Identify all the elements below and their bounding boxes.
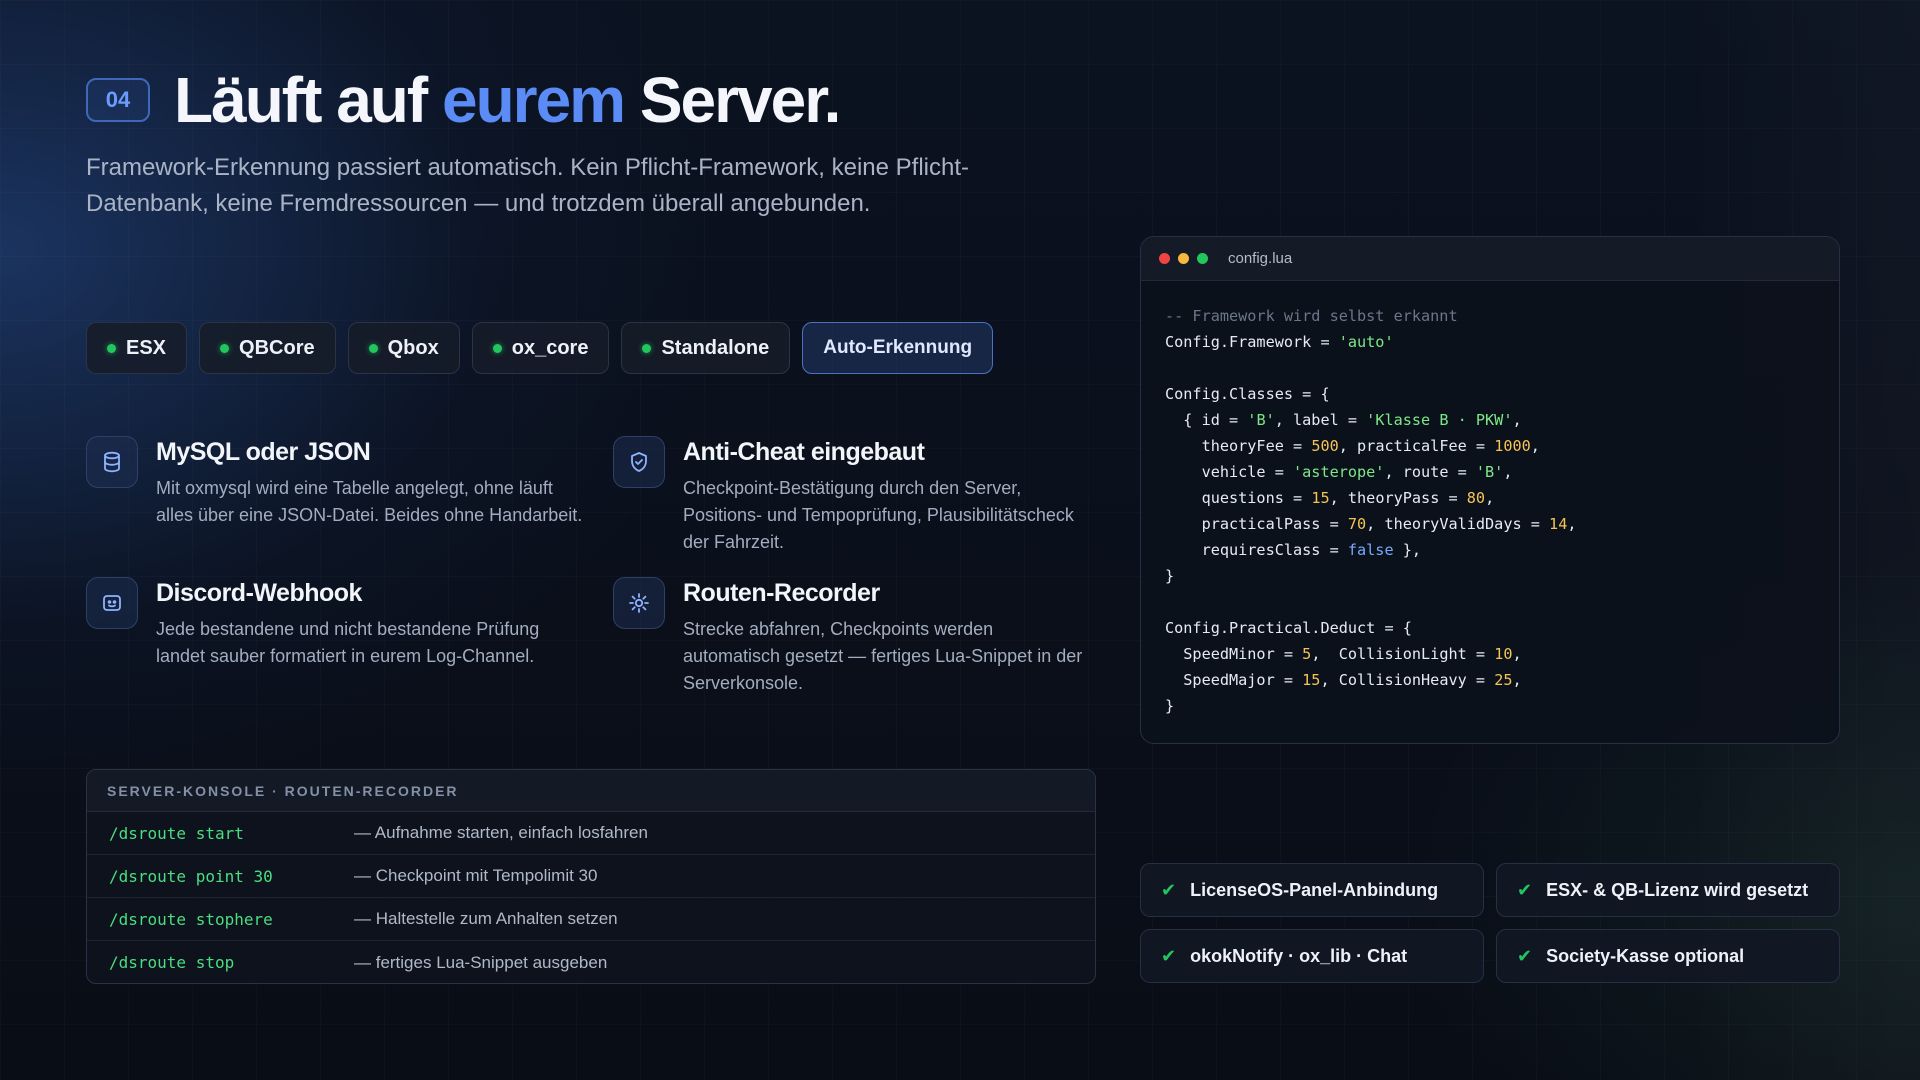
badge-notify: ✔ okokNotify · ox_lib · Chat <box>1140 929 1484 983</box>
code-line: SpeedMajor = 15, CollisionHeavy = 25, <box>1165 671 1522 689</box>
page-subtitle: Framework-Erkennung passiert automatisch… <box>86 154 969 217</box>
chip-standalone[interactable]: Standalone <box>621 322 791 374</box>
check-icon: ✔ <box>1517 879 1533 900</box>
code-line: vehicle = 'asterope', route = 'B', <box>1165 463 1513 481</box>
badge-society: ✔ Society-Kasse optional <box>1496 929 1840 983</box>
code-line: Config.Framework = 'auto' <box>1165 333 1394 351</box>
framework-chips: ESX QBCore Qbox ox_core Standalone Auto-… <box>86 322 994 374</box>
chip-qbox[interactable]: Qbox <box>347 322 460 374</box>
chip-label: QBCore <box>239 336 315 359</box>
feature-text: Strecke abfahren, Checkpoints werden aut… <box>683 619 1083 693</box>
table-row: /dsroute stop — fertiges Lua-Snippet aus… <box>87 941 1095 983</box>
check-icon: ✔ <box>1161 879 1177 900</box>
badge-label: LicenseOS-Panel-Anbindung <box>1190 879 1439 900</box>
console-command: /dsroute stophere <box>109 909 273 929</box>
badge-label: okokNotify · ox_lib · Chat <box>1190 945 1408 966</box>
code-line: theoryFee = 500, practicalFee = 1000, <box>1165 437 1540 455</box>
chip-label: ESX <box>126 336 167 359</box>
code-window: config.lua -- Framework wird selbst erka… <box>1140 236 1840 744</box>
title-part-1: Läuft auf <box>174 64 442 136</box>
feature-text: Jede bestandene und nicht bestandene Prü… <box>156 619 540 666</box>
chip-label: Qbox <box>387 336 439 359</box>
status-dot-icon <box>492 343 502 353</box>
console-command: /dsroute stop <box>109 953 235 972</box>
chip-auto-detect[interactable]: Auto-Erkennung <box>802 322 994 374</box>
code-line: { id = 'B', label = 'Klasse B · PKW', <box>1165 411 1522 429</box>
maximize-dot-icon <box>1197 253 1208 264</box>
console-description: — Haltestelle zum Anhalten setzen <box>354 909 618 928</box>
title-accent: eurem <box>441 64 626 136</box>
console-description: — fertiges Lua-Snippet ausgeben <box>354 952 608 972</box>
database-icon <box>86 436 138 488</box>
console-description: — Aufnahme starten, einfach losfahren <box>354 823 648 842</box>
feature-title: Anti-Cheat eingebaut <box>683 438 925 466</box>
section-header: 04 Läuft auf eurem Server. <box>86 68 841 132</box>
feature-badges: ✔ LicenseOS-Panel-Anbindung ✔ ESX- & QB-Li… <box>1140 863 1840 983</box>
feature-text: Mit oxmysql wird eine Tabelle angelegt, … <box>156 478 583 525</box>
check-icon: ✔ <box>1517 945 1533 966</box>
chip-label: Standalone <box>661 336 770 359</box>
chip-esx[interactable]: ESX <box>86 322 188 374</box>
title-part-2: Server. <box>624 64 842 136</box>
status-dot-icon <box>107 343 116 353</box>
console-command: /dsroute start <box>109 823 244 843</box>
feature-discord-webhook: Discord-Webhook Jede bestandene und nich… <box>86 577 586 670</box>
route-icon <box>613 577 665 629</box>
table-row: /dsroute stophere — Haltestelle zum Anha… <box>87 898 1095 941</box>
minimize-dot-icon <box>1178 253 1189 264</box>
code-line: SpeedMinor = 5, CollisionLight = 10, <box>1165 645 1522 663</box>
shield-icon <box>613 436 665 488</box>
status-dot-icon <box>220 343 230 353</box>
chip-qbcore[interactable]: QBCore <box>199 322 336 374</box>
code-line: Config.Classes = { <box>1165 385 1330 403</box>
table-row: /dsroute point 30 — Checkpoint mit Tempo… <box>87 855 1095 898</box>
chip-ox-core[interactable]: ox_core <box>471 322 610 374</box>
feature-mysql-json: MySQL oder JSON Mit oxmysql wird eine Ta… <box>86 436 586 529</box>
discord-icon <box>86 577 138 629</box>
status-dot-icon <box>368 343 378 353</box>
feature-text: Checkpoint-Bestätigung durch den Server,… <box>683 478 1074 552</box>
page-title: Läuft auf eurem Server. <box>174 68 841 132</box>
feature-title: Discord-Webhook <box>156 579 362 607</box>
section-number-badge: 04 <box>86 78 150 122</box>
code-line: -- Framework wird selbst erkannt <box>1165 307 1458 325</box>
feature-title: MySQL oder JSON <box>156 438 371 466</box>
check-icon: ✔ <box>1161 945 1177 966</box>
table-row: /dsroute start — Aufnahme starten, einfa… <box>87 812 1095 855</box>
console-header: SERVER-KONSOLE · ROUTEN-RECORDER <box>87 770 1095 812</box>
code-line: } <box>1165 697 1175 715</box>
server-console-table: SERVER-KONSOLE · ROUTEN-RECORDER /dsrout… <box>86 769 1096 984</box>
code-line: Config.Practical.Deduct = { <box>1165 619 1412 637</box>
feature-title: Routen-Recorder <box>683 579 880 607</box>
code-filename: config.lua <box>1228 250 1293 267</box>
code-window-titlebar: config.lua <box>1141 237 1839 281</box>
console-command: /dsroute point 30 <box>109 866 273 886</box>
code-line: requiresClass = false }, <box>1165 541 1422 559</box>
code-line: practicalPass = 70, theoryValidDays = 14… <box>1165 515 1577 533</box>
badge-license-set: ✔ ESX- & QB-Lizenz wird gesetzt <box>1496 863 1840 917</box>
feature-route-recorder: Routen-Recorder Strecke abfahren, Checkp… <box>613 577 1093 697</box>
code-line: } <box>1165 567 1175 585</box>
console-description: — Checkpoint mit Tempolimit 30 <box>354 866 598 885</box>
code-editor: -- Framework wird selbst erkannt Config.F… <box>1141 281 1839 741</box>
chip-label: ox_core <box>511 336 589 359</box>
badge-label: Society-Kasse optional <box>1546 945 1745 966</box>
badge-licenseos: ✔ LicenseOS-Panel-Anbindung <box>1140 863 1484 917</box>
close-dot-icon <box>1159 253 1170 264</box>
code-line: questions = 15, theoryPass = 80, <box>1165 489 1495 507</box>
status-dot-icon <box>642 343 652 353</box>
feature-anti-cheat: Anti-Cheat eingebaut Checkpoint-Bestätig… <box>613 436 1093 556</box>
badge-label: ESX- & QB-Lizenz wird gesetzt <box>1546 879 1809 900</box>
